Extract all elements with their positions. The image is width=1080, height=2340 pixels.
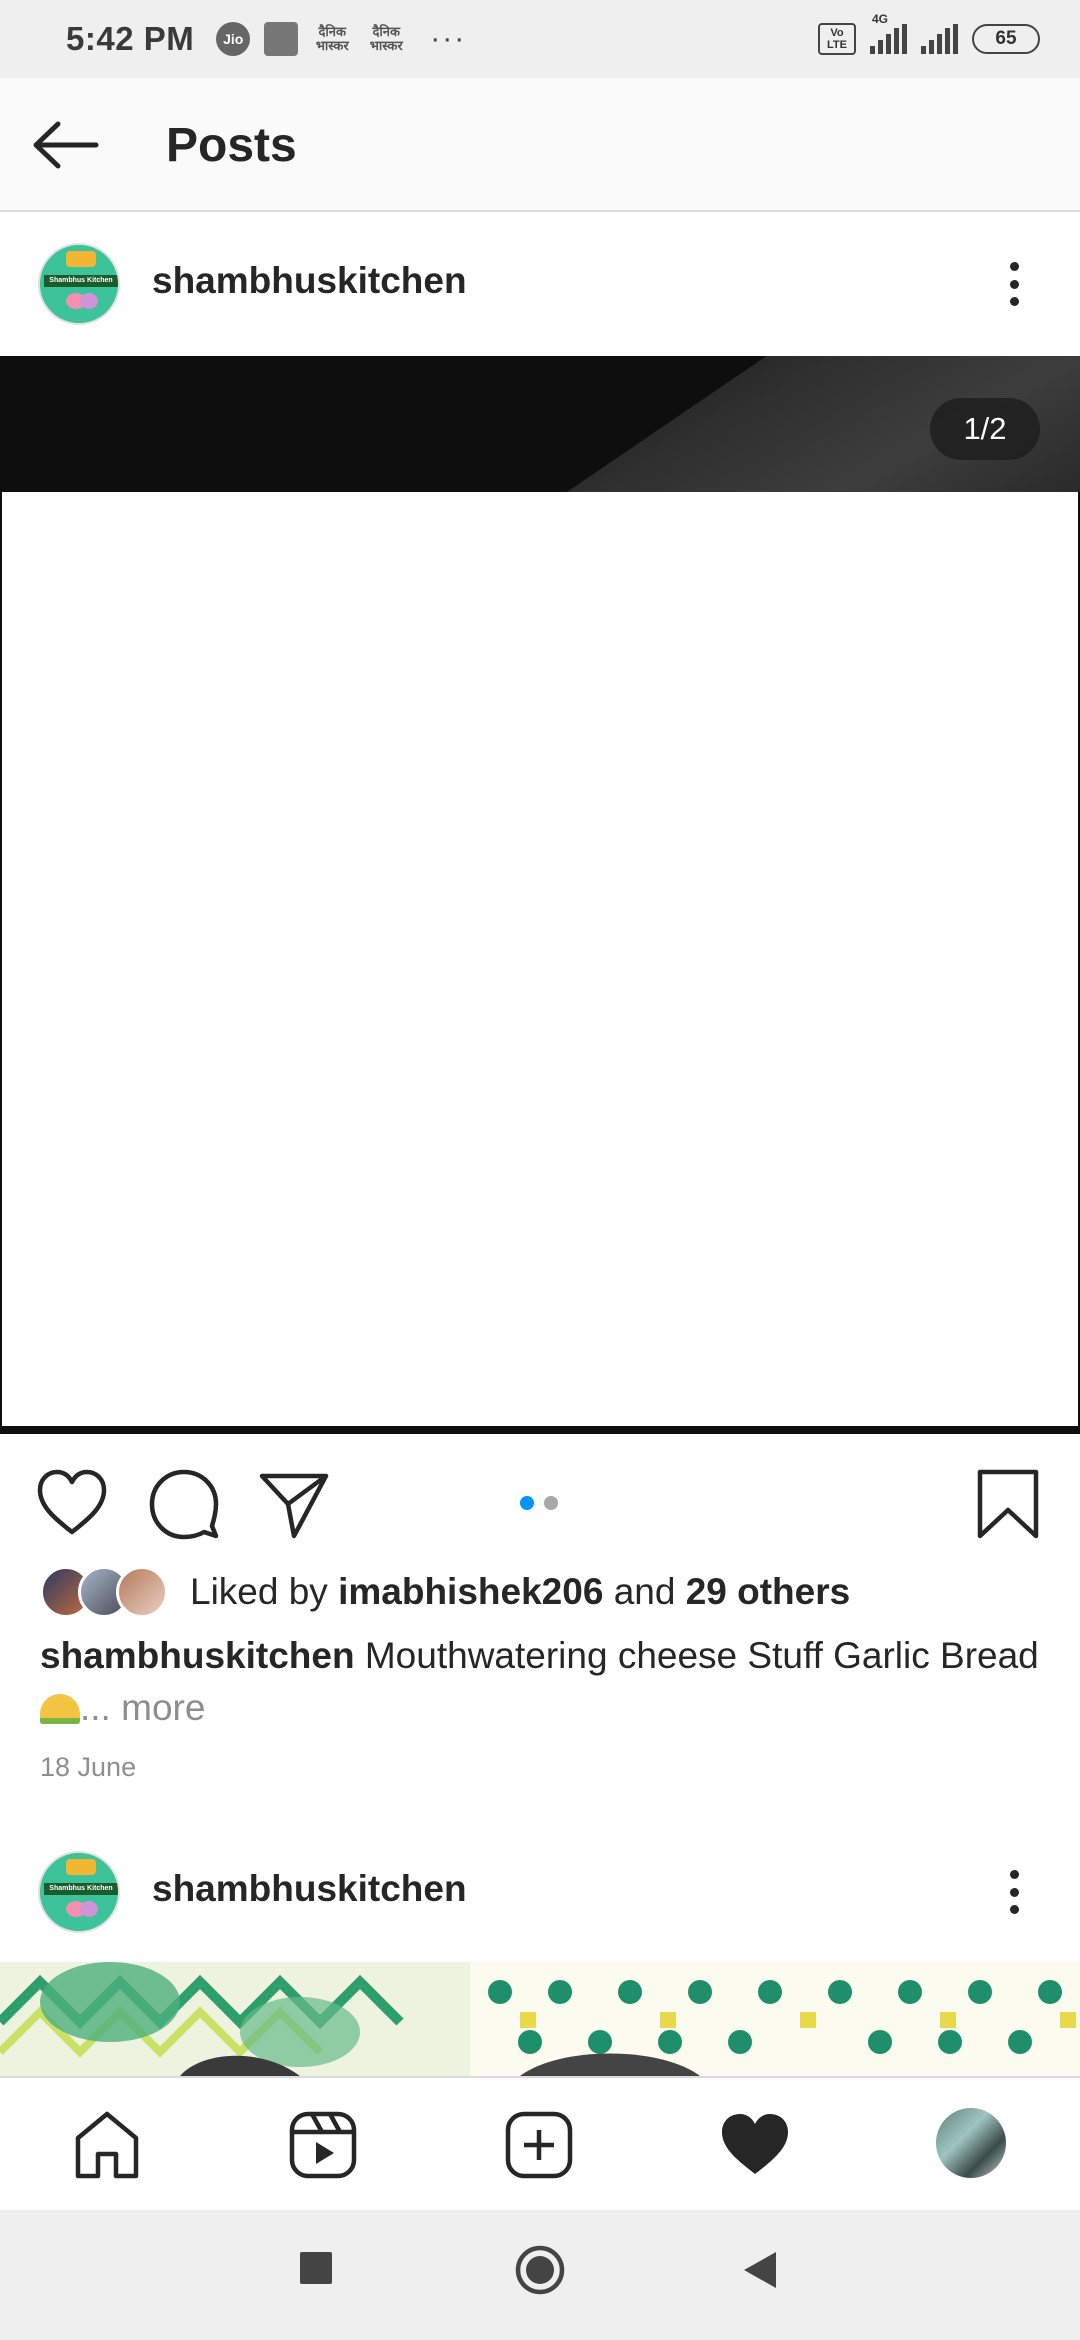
page-title: Posts xyxy=(166,119,297,172)
notification-icons: Jio दैनिक भास्कर दैनिक भास्कर ··· xyxy=(216,22,466,56)
home-circle-icon[interactable] xyxy=(514,2244,566,2296)
battery-icon: 65 xyxy=(972,24,1040,54)
recents-square-icon[interactable] xyxy=(298,2250,334,2286)
post-username[interactable]: shambhuskitchen xyxy=(152,1868,467,1910)
avatar[interactable]: Shambhus Kitchen xyxy=(38,1851,120,1933)
back-triangle-icon[interactable] xyxy=(742,2250,778,2290)
media-counter-badge: 1/2 xyxy=(930,398,1040,460)
comment-icon[interactable] xyxy=(146,1466,222,1542)
caption-more-link[interactable]: ... more xyxy=(80,1687,205,1728)
avatar-logo-text: Shambhus Kitchen xyxy=(44,1883,118,1895)
media-image-content xyxy=(2,492,1078,1426)
network-type-label: 4G xyxy=(872,12,889,26)
post-media[interactable]: 1/2 xyxy=(0,356,1080,1434)
status-time: 5:42 PM xyxy=(66,20,195,57)
caption-username[interactable]: shambhuskitchen xyxy=(40,1635,355,1676)
status-right: Vo LTE 4G 65 xyxy=(818,12,1040,55)
carousel-dot-active xyxy=(520,1496,534,1510)
media-image-content xyxy=(0,1962,1080,2076)
profile-avatar[interactable] xyxy=(936,2108,1006,2178)
post-media[interactable] xyxy=(0,1962,1080,2076)
bottom-nav xyxy=(0,2076,1080,2210)
avatar-logo-text: Shambhus Kitchen xyxy=(44,275,118,287)
post-header: Shambhus Kitchen shambhuskitchen xyxy=(0,1822,1080,1962)
heart-icon xyxy=(80,293,98,309)
post-caption: shambhuskitchen Mouthwatering cheese Stu… xyxy=(40,1630,1050,1734)
status-bar: 5:42 PM Jio दैनिक भास्कर दैनिक भास्कर ··… xyxy=(0,0,1080,78)
post-date: 18 June xyxy=(40,1752,137,1782)
post-header: Shambhus Kitchen shambhuskitchen xyxy=(0,214,1080,354)
liker-username[interactable]: imabhishek206 xyxy=(338,1571,603,1612)
likes-row[interactable]: Liked by imabhishek206 and 29 others xyxy=(40,1562,850,1622)
heart-icon[interactable] xyxy=(34,1466,110,1542)
post-actions xyxy=(0,1436,1080,1568)
more-options-icon[interactable] xyxy=(996,254,1032,314)
dainik-bhaskar-icon: दैनिक भास्कर xyxy=(315,24,349,53)
home-icon[interactable] xyxy=(70,2108,144,2182)
liker-avatar xyxy=(116,1566,168,1618)
carousel-indicator xyxy=(520,1496,558,1510)
avatar[interactable]: Shambhus Kitchen xyxy=(38,243,120,325)
crown-icon xyxy=(66,251,96,267)
activity-heart-icon[interactable] xyxy=(718,2108,792,2182)
signal-icon xyxy=(921,24,958,54)
heart-icon xyxy=(80,1901,98,1917)
likes-others[interactable]: 29 others xyxy=(686,1571,851,1612)
app-header: Posts xyxy=(0,78,1080,212)
likes-prefix: Liked by xyxy=(190,1571,328,1612)
reels-icon[interactable] xyxy=(286,2108,360,2182)
more-options-icon[interactable] xyxy=(996,1862,1032,1922)
caption-text: Mouthwatering cheese Stuff Garlic Bread xyxy=(364,1635,1039,1676)
arrow-left-icon[interactable] xyxy=(30,118,102,172)
taco-emoji-icon xyxy=(40,1694,80,1724)
more-notifications-icon: ··· xyxy=(430,22,467,55)
share-icon[interactable] xyxy=(256,1466,332,1542)
dainik-bhaskar-icon: दैनिक भास्कर xyxy=(369,24,403,53)
system-nav-bar xyxy=(0,2210,1080,2340)
post-username[interactable]: shambhuskitchen xyxy=(152,260,467,302)
likes-text: Liked by imabhishek206 and 29 others xyxy=(190,1571,850,1613)
signal-4g-icon: 4G xyxy=(870,12,907,54)
new-post-icon[interactable] xyxy=(502,2108,576,2182)
carousel-dot xyxy=(544,1496,558,1510)
jio-icon: Jio xyxy=(216,22,251,56)
likes-middle: and xyxy=(613,1571,676,1612)
volte-icon: Vo LTE xyxy=(818,23,856,55)
crown-icon xyxy=(66,1859,96,1875)
sliders-icon xyxy=(264,22,299,56)
bookmark-icon[interactable] xyxy=(970,1466,1046,1542)
